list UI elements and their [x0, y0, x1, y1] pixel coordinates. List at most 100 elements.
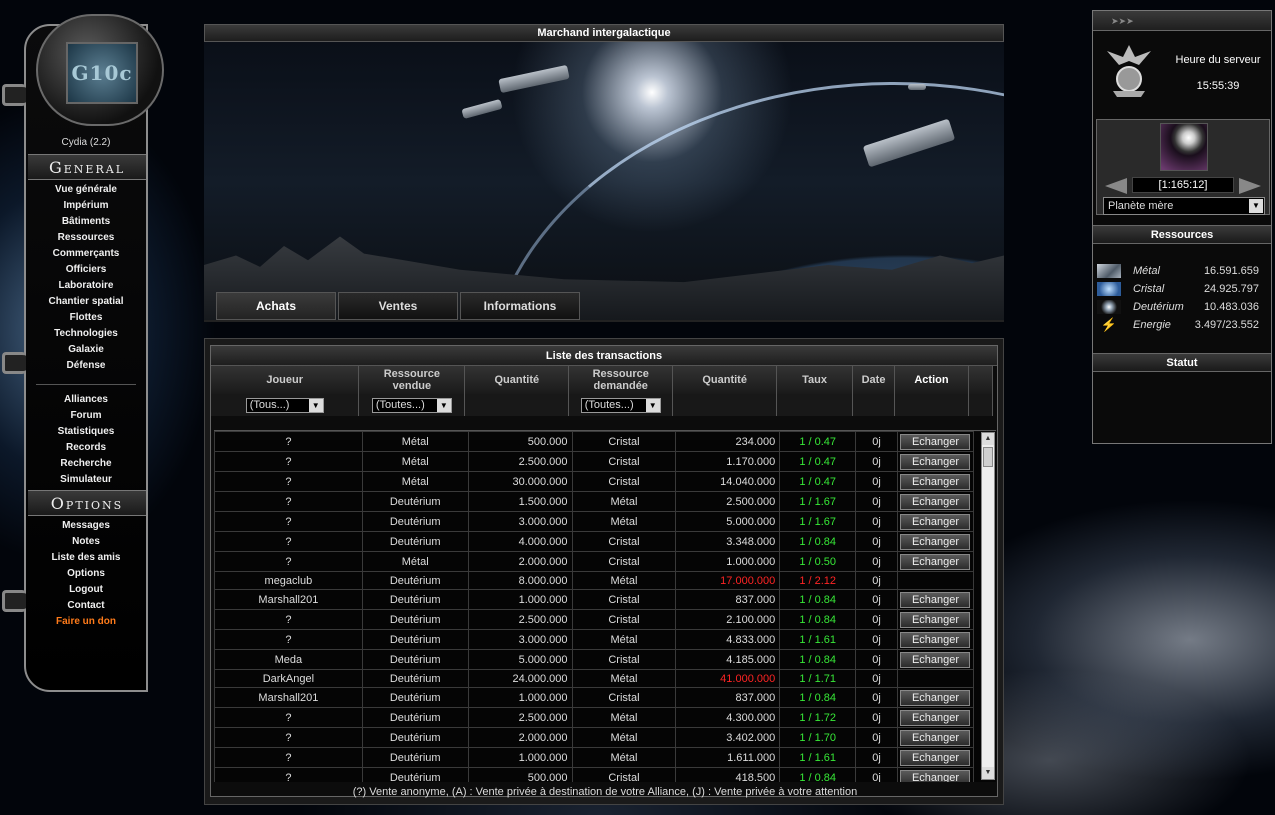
cell-requested-quantity: 1.000.000 — [675, 551, 781, 572]
menu-statistiques[interactable]: Statistiques — [26, 424, 146, 440]
echanger-button[interactable]: Echanger — [900, 553, 971, 570]
merchant-tabs: Achats Ventes Informations — [216, 292, 580, 320]
menu-alliances[interactable]: Alliances — [26, 392, 146, 408]
transactions-list[interactable]: ? Métal 500.000 Cristal 234.000 1 / 0.47 0j Ech… — [214, 430, 996, 782]
menu-liste-des-amis[interactable]: Liste des amis — [26, 550, 146, 566]
echanger-button[interactable]: Echanger — [900, 769, 971, 782]
menu-messages[interactable]: Messages — [26, 518, 146, 534]
table-row: ? Deutérium 3.000.000 Métal 5.000.000 1 / 1.6… — [214, 511, 996, 532]
col-quantite[interactable]: Quantité — [464, 366, 570, 394]
cell-action: Echanger — [897, 589, 974, 610]
menu-ressources[interactable]: Ressources — [26, 230, 146, 246]
menu-forum[interactable]: Forum — [26, 408, 146, 424]
table-row: ? Deutérium 2.500.000 Cristal 2.100.000 1 / 0… — [214, 609, 996, 630]
echanger-button[interactable]: Echanger — [900, 591, 971, 608]
echanger-button[interactable]: Echanger — [900, 611, 971, 628]
menu-officiers[interactable]: Officiers — [26, 262, 146, 278]
menu-laboratoire[interactable]: Laboratoire — [26, 278, 146, 294]
resource-name: Deutérium — [1133, 301, 1184, 313]
menu-simulateur[interactable]: Simulateur — [26, 472, 146, 488]
echanger-button[interactable]: Echanger — [900, 709, 971, 726]
requested-filter-select[interactable]: (Toutes...) ▼ — [580, 397, 661, 413]
menu-divider — [36, 384, 136, 385]
chevron-down-icon: ▼ — [308, 398, 323, 412]
echanger-button[interactable]: Echanger — [900, 473, 971, 490]
scroll-up-icon[interactable]: ▲ — [982, 433, 994, 445]
tab-informations[interactable]: Informations — [460, 292, 580, 320]
transactions-title: Liste des transactions — [211, 346, 997, 366]
cell-player: DarkAngel — [214, 669, 363, 688]
cell-sold-resource: Métal — [361, 431, 469, 452]
cell-rate: 1 / 1.61 — [779, 747, 857, 768]
scroll-thumb[interactable] — [983, 447, 993, 467]
cell-date: 0j — [855, 629, 898, 650]
echanger-button[interactable]: Echanger — [900, 631, 971, 648]
echanger-button[interactable]: Echanger — [900, 689, 971, 706]
menu-notes[interactable]: Notes — [26, 534, 146, 550]
scroll-down-icon[interactable]: ▼ — [982, 767, 994, 779]
menu-chantier-spatial[interactable]: Chantier spatial — [26, 294, 146, 310]
menu-imperium[interactable]: Impérium — [26, 198, 146, 214]
player-filter-select[interactable]: (Tous...) ▼ — [245, 397, 324, 413]
menu-batiments[interactable]: Bâtiments — [26, 214, 146, 230]
cell-requested-resource: Métal — [571, 747, 677, 768]
col-taux[interactable]: Taux — [776, 366, 854, 394]
next-planet-arrow-icon[interactable] — [1239, 178, 1261, 194]
menu-technologies[interactable]: Technologies — [26, 326, 146, 342]
menu-commercants[interactable]: Commerçants — [26, 246, 146, 262]
cell-rate: 1 / 0.84 — [779, 589, 857, 610]
spaceship — [498, 64, 570, 94]
cell-player: megaclub — [214, 571, 363, 590]
sold-filter-select[interactable]: (Toutes...) ▼ — [371, 397, 452, 413]
cell-requested-resource: Cristal — [571, 471, 677, 492]
echanger-button[interactable]: Echanger — [900, 453, 971, 470]
menu-defense[interactable]: Défense — [26, 358, 146, 374]
cell-sold-resource: Deutérium — [361, 669, 469, 688]
planet-select[interactable]: Planète mère ▼ — [1103, 197, 1265, 215]
tab-achats[interactable]: Achats — [216, 292, 336, 320]
col-ressource-vendue[interactable]: Ressource vendue — [358, 366, 466, 394]
game-logo[interactable]: G10c — [66, 42, 138, 104]
cell-date: 0j — [855, 669, 898, 688]
chevrons-icon: ➤➤➤ — [1093, 11, 1271, 31]
menu-donate[interactable]: Faire un don — [26, 614, 146, 630]
echanger-button[interactable]: Echanger — [900, 533, 971, 550]
col-date[interactable]: Date — [852, 366, 895, 394]
cell-action: Echanger — [897, 629, 974, 650]
col-quantite-demandee[interactable]: Quantité — [672, 366, 778, 394]
echanger-button[interactable]: Echanger — [900, 493, 971, 510]
menu-options[interactable]: Options — [26, 566, 146, 582]
col-joueur[interactable]: Joueur — [211, 366, 360, 394]
tab-ventes[interactable]: Ventes — [338, 292, 458, 320]
echanger-button[interactable]: Echanger — [900, 729, 971, 746]
cell-rate: 1 / 0.84 — [779, 687, 857, 708]
menu-recherche[interactable]: Recherche — [26, 456, 146, 472]
menu-flottes[interactable]: Flottes — [26, 310, 146, 326]
cell-date: 0j — [855, 747, 898, 768]
previous-planet-arrow-icon[interactable] — [1105, 178, 1127, 194]
echanger-button[interactable]: Echanger — [900, 513, 971, 530]
transactions-table: ? Métal 500.000 Cristal 234.000 1 / 0.47 0j Ech… — [214, 431, 996, 782]
planet-thumbnail[interactable] — [1160, 123, 1208, 171]
table-row: DarkAngel Deutérium 24.000.000 Métal 41.000.… — [214, 669, 996, 688]
cell-requested-resource: Métal — [571, 511, 677, 532]
echanger-button[interactable]: Echanger — [900, 433, 971, 450]
cell-requested-quantity: 3.402.000 — [675, 727, 781, 748]
cell-action: Echanger — [897, 451, 974, 472]
menu-logout[interactable]: Logout — [26, 582, 146, 598]
menu-contact[interactable]: Contact — [26, 598, 146, 614]
col-ressource-demandee[interactable]: Ressource demandée — [568, 366, 674, 394]
deuterium-icon — [1097, 300, 1121, 314]
echanger-button[interactable]: Echanger — [900, 651, 971, 668]
menu-records[interactable]: Records — [26, 440, 146, 456]
status-title: Statut — [1093, 353, 1271, 372]
cell-player: Marshall201 — [214, 687, 363, 708]
transactions-scrollbar[interactable]: ▲ ▼ — [981, 432, 995, 780]
echanger-button[interactable]: Echanger — [900, 749, 971, 766]
menu-vue-generale[interactable]: Vue générale — [26, 182, 146, 198]
menu-galaxie[interactable]: Galaxie — [26, 342, 146, 358]
resource-name: Métal — [1133, 265, 1160, 277]
cell-requested-resource: Cristal — [571, 649, 677, 670]
table-row: Marshall201 Deutérium 1.000.000 Cristal 837.… — [214, 589, 996, 610]
cell-action: Echanger — [897, 551, 974, 572]
